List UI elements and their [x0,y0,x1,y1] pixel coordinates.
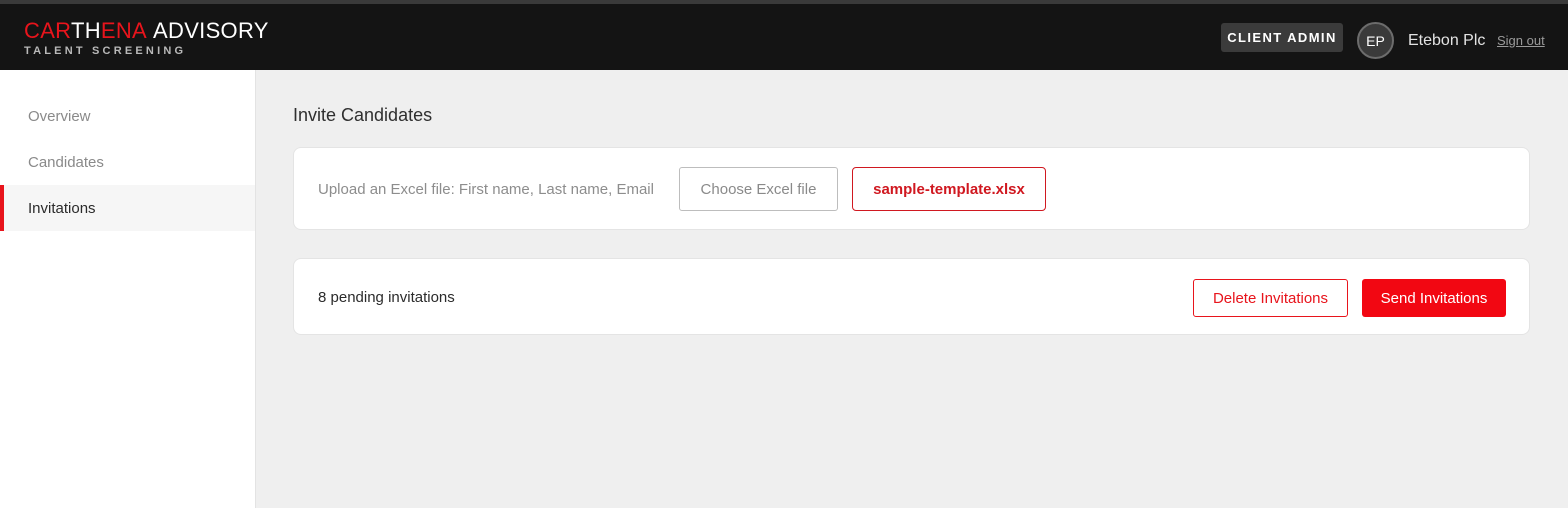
brand-tagline: TALENT SCREENING [24,45,187,57]
page-title: Invite Candidates [293,105,433,125]
top-bar: CARTHENA ADVISORY TALENT SCREENING CLIENT… [0,0,1568,70]
pending-invitations-count: 8 pending invitations [318,289,455,306]
send-invitations-button[interactable]: Send Invitations [1362,279,1506,317]
sidebar-item-invitations[interactable]: Invitations [0,185,255,231]
sample-template-download-button[interactable]: sample-template.xlsx [852,167,1046,211]
role-badge: CLIENT ADMIN [1221,23,1343,52]
brand-name-suffix: ADVISORY [153,18,269,43]
brand-name-part1: CAR [24,18,71,43]
sidebar: Overview Candidates Invitations [0,70,256,508]
pending-invitations-card: 8 pending invitations Delete Invitations… [293,258,1530,335]
upload-card: Upload an Excel file: First name, Last n… [293,147,1530,230]
sign-out-link[interactable]: Sign out [1497,33,1545,48]
brand-name-part2: TH [70,18,101,43]
company-name: Etebon Plc [1408,32,1486,49]
choose-excel-file-button[interactable]: Choose Excel file [679,167,838,211]
upload-instructions: Upload an Excel file: First name, Last n… [318,181,654,198]
delete-invitations-button[interactable]: Delete Invitations [1193,279,1348,317]
sidebar-item-candidates[interactable]: Candidates [0,139,255,185]
avatar[interactable]: EP [1357,22,1394,59]
brand-name: CARTHENA ADVISORY [24,20,269,42]
brand-name-part3: ENA [100,18,148,43]
sidebar-item-overview[interactable]: Overview [0,93,255,139]
brand-logo[interactable]: CARTHENA ADVISORY TALENT SCREENING [24,20,269,58]
